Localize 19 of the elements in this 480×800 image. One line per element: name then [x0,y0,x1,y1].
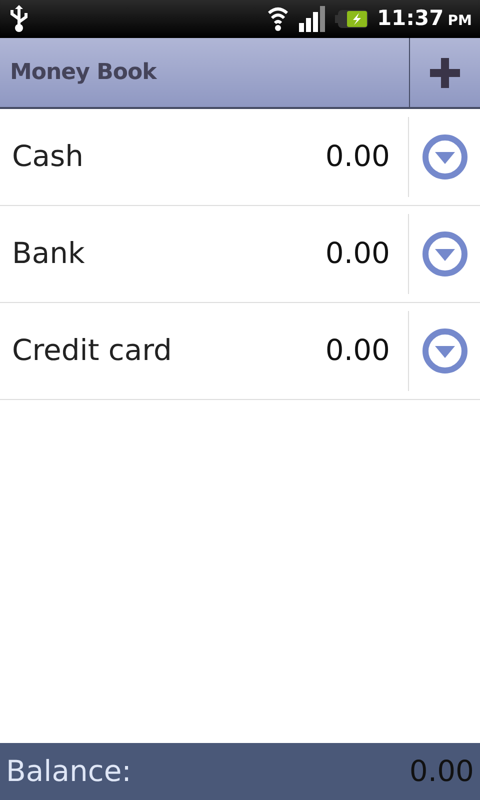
app-title: Money Book [10,59,156,87]
signal-icon [296,5,327,33]
balance-value: 0.00 [409,752,474,790]
add-icon [428,56,462,90]
usb-icon [8,5,30,33]
dropdown-icon [422,231,468,277]
balance-label: Balance: [6,752,132,790]
clock-period: PM [448,12,472,32]
account-name[interactable]: Bank [12,236,85,270]
battery-icon [334,8,369,30]
dropdown-icon [422,134,468,180]
account-amount: 0.00 [325,138,391,176]
account-name[interactable]: Credit card [12,333,172,368]
account-amount: 0.00 [325,235,391,272]
wifi-icon [266,5,289,33]
account-amount: 0.00 [325,332,391,370]
dropdown-icon [422,328,468,374]
clock-time: 11:37 [376,5,444,32]
account-name[interactable]: Cash [12,139,84,174]
